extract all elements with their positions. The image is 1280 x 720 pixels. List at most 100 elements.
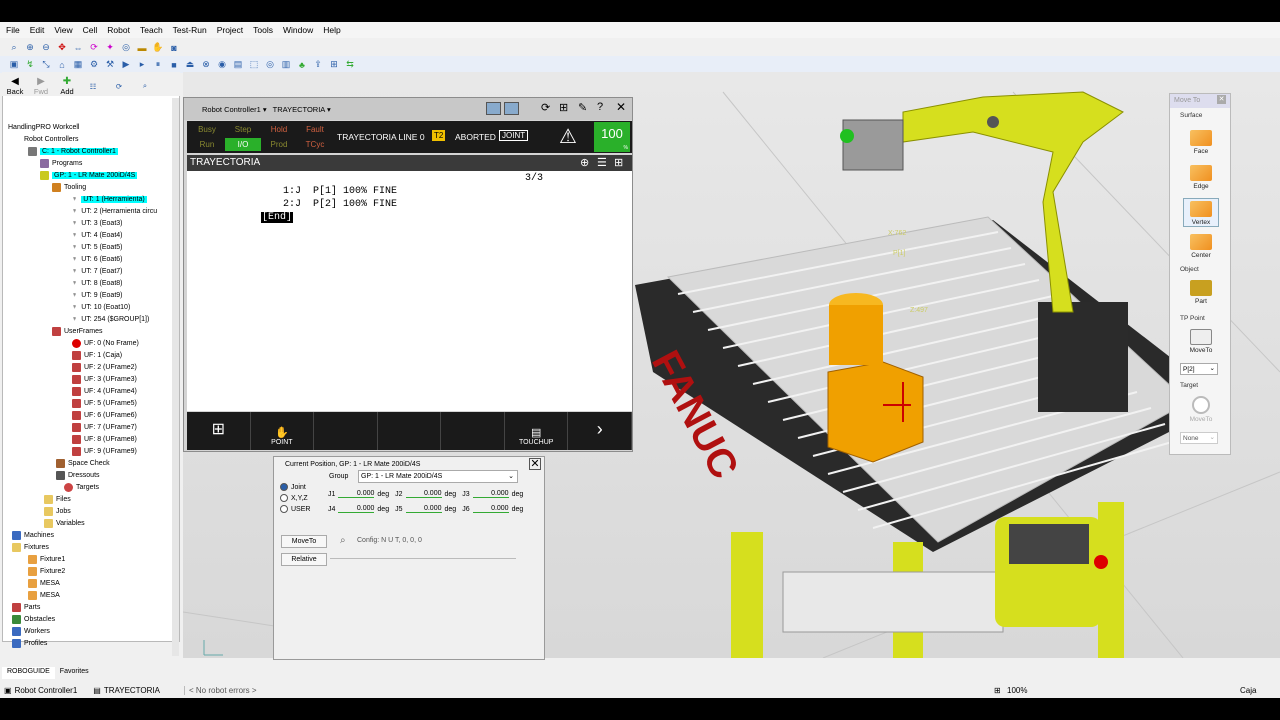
cancel-icon[interactable]: ⊗ (200, 59, 212, 71)
tree-frame-4[interactable]: UF: 4 (UFrame4) (72, 386, 137, 397)
menu-test-run[interactable]: Test-Run (173, 25, 207, 35)
tp-view-icon[interactable] (486, 102, 501, 115)
properties-icon[interactable]: ☷ (80, 76, 106, 96)
tp-line-2[interactable]: 2:J P[2] 100% FINE (283, 199, 397, 210)
fkey-touchup[interactable]: ▤ TOUCHUP (505, 412, 569, 450)
find-icon[interactable]: ⌕ (132, 76, 158, 96)
jog-icon[interactable]: ↯ (24, 59, 36, 71)
tree-tool-2[interactable]: ♆ UT: 2 (Herramienta circu (72, 206, 157, 217)
tree-fixtures[interactable]: Fixtures (12, 542, 49, 553)
tree-dressouts[interactable]: Dressouts (56, 470, 100, 481)
tree-tool-6[interactable]: ♆ UT: 6 (Eoat6) (72, 254, 123, 265)
tree-jobs[interactable]: Jobs (44, 506, 71, 517)
tree-mesa-1[interactable]: MESA (28, 578, 60, 589)
tab-roboguide[interactable]: ROBOGUIDE (2, 667, 55, 679)
tp-menu-icon[interactable]: ☰ (597, 156, 607, 169)
target-select[interactable]: None ⌄ (1180, 432, 1218, 444)
eject-icon[interactable]: ⏏ (184, 59, 196, 71)
back-button[interactable]: ◀ Back (2, 76, 28, 96)
tree-tool-4[interactable]: ♆ UT: 4 (Eoat4) (72, 230, 123, 241)
move-icon[interactable]: ✥ (56, 42, 68, 54)
tool-icon[interactable]: ⚒ (104, 59, 116, 71)
camera-icon[interactable]: ◙ (168, 42, 180, 54)
tp-layout-icon[interactable] (504, 102, 519, 115)
j5-field[interactable]: 0.000 (405, 505, 442, 513)
tp-close-icon[interactable]: ✕ (616, 100, 626, 114)
export-icon[interactable]: ⇪ (312, 59, 324, 71)
tree-obstacles[interactable]: Obstacles (12, 614, 55, 625)
profile-icon[interactable]: ▤ (232, 59, 244, 71)
menu-robot[interactable]: Robot (107, 25, 130, 35)
group-select[interactable]: GP: 1 - LR Mate 200iD/4S ⌄ (358, 470, 518, 483)
tree-tool-10[interactable]: ♆ UT: 10 (Eoat10) (72, 302, 130, 313)
stop-icon[interactable]: ■ (168, 59, 180, 71)
menu-file[interactable]: File (6, 25, 20, 35)
tree-programs[interactable]: Programs (40, 158, 82, 169)
fkey-next[interactable]: › (568, 412, 633, 450)
status-controller[interactable]: Robot Controller1 (15, 686, 78, 695)
teach-icon[interactable]: ✦ (104, 42, 116, 54)
teach-pendant-icon[interactable]: ▣ (8, 59, 20, 71)
vertex-button[interactable]: Vertex (1183, 198, 1219, 227)
tp-override[interactable]: 100% (594, 122, 630, 152)
sync-icon[interactable]: ⇆ (344, 59, 356, 71)
tp-line-1[interactable]: 1:J P[1] 100% FINE (283, 186, 397, 197)
tree-tool-5[interactable]: ♆ UT: 5 (Eoat5) (72, 242, 123, 253)
tree-workers[interactable]: Workers (12, 626, 50, 637)
tree-frame-8[interactable]: UF: 8 (UFrame8) (72, 434, 137, 445)
target-view-icon[interactable]: ◎ (264, 59, 276, 71)
tree-tool-9[interactable]: ♆ UT: 9 (Eoat9) (72, 290, 123, 301)
radio-user[interactable]: USER (280, 505, 310, 513)
fkey-3[interactable] (314, 412, 378, 450)
j4-field[interactable]: 0.000 (338, 505, 375, 513)
j6-field[interactable]: 0.000 (472, 505, 509, 513)
jog-coord-icon[interactable]: ⤡ (40, 59, 52, 71)
wireframe-icon[interactable]: ⬚ (248, 59, 260, 71)
edge-button[interactable]: Edge (1183, 165, 1219, 190)
close-icon[interactable]: ✕ (1217, 95, 1226, 104)
play-step-icon[interactable]: ▸ (136, 59, 148, 71)
zoom-in-icon[interactable]: ⊕ (24, 42, 36, 54)
tree-space-check[interactable]: Space Check (56, 458, 110, 469)
tree-tool-8[interactable]: ♆ UT: 8 (Eoat8) (72, 278, 123, 289)
menu-help[interactable]: Help (323, 25, 340, 35)
fkey-menu[interactable]: ⊞ (187, 412, 251, 450)
center-button[interactable]: Center (1183, 234, 1219, 259)
menu-teach[interactable]: Teach (140, 25, 163, 35)
tree-scrollbar[interactable] (172, 98, 179, 656)
menu-project[interactable]: Project (217, 25, 243, 35)
tree-frame-9[interactable]: UF: 9 (UFrame9) (72, 446, 137, 457)
tree-frame-3[interactable]: UF: 3 (UFrame3) (72, 374, 137, 385)
tp-zoom-icon[interactable]: ⊕ (580, 156, 589, 169)
relative-button[interactable]: Relative (281, 553, 327, 566)
tab-favorites[interactable]: Favorites (55, 667, 94, 679)
tree-fixture1[interactable]: Fixture1 (28, 554, 65, 565)
status-program[interactable]: TRAYECTORIA (104, 686, 160, 695)
tree-tool-7[interactable]: ♆ UT: 7 (Eoat7) (72, 266, 123, 277)
tp-end-line[interactable]: [End] (261, 212, 294, 223)
hand-icon[interactable]: ✋ (152, 42, 164, 54)
tree-frame-2[interactable]: UF: 2 (UFrame2) (72, 362, 137, 373)
worker-icon[interactable]: ♣ (296, 59, 308, 71)
target-icon[interactable]: ◎ (120, 42, 132, 54)
zoom-icon[interactable]: ⌕ (8, 42, 20, 54)
tree-fixture2[interactable]: Fixture2 (28, 566, 65, 577)
fkey-5[interactable] (441, 412, 505, 450)
pan-icon[interactable]: ⇔ (72, 42, 84, 54)
warning-icon[interactable]: ⚠ (559, 124, 577, 149)
fixture-icon[interactable]: ▥ (280, 59, 292, 71)
menu-view[interactable]: View (54, 25, 72, 35)
j1-field[interactable]: 0.000 (338, 490, 375, 498)
radio-joint[interactable]: Joint (280, 483, 306, 491)
tp-maximize-icon[interactable]: ⊞ (614, 156, 623, 169)
tree-parts[interactable]: Parts (12, 602, 40, 613)
add-button[interactable]: ✚ Add (54, 76, 80, 96)
refresh-icon[interactable]: ⟳ (106, 76, 132, 96)
record-icon[interactable]: ◉ (216, 59, 228, 71)
tp-program-dropdown[interactable]: TRAYECTORIA ▾ (273, 105, 331, 114)
tree-group[interactable]: GP: 1 - LR Mate 200iD/4S (40, 170, 138, 181)
zoom-out-icon[interactable]: ⊖ (40, 42, 52, 54)
tp-edit-icon[interactable]: ✎ (578, 101, 587, 114)
online-icon[interactable]: ⊞ (328, 59, 340, 71)
home-icon[interactable]: ⌂ (56, 59, 68, 71)
